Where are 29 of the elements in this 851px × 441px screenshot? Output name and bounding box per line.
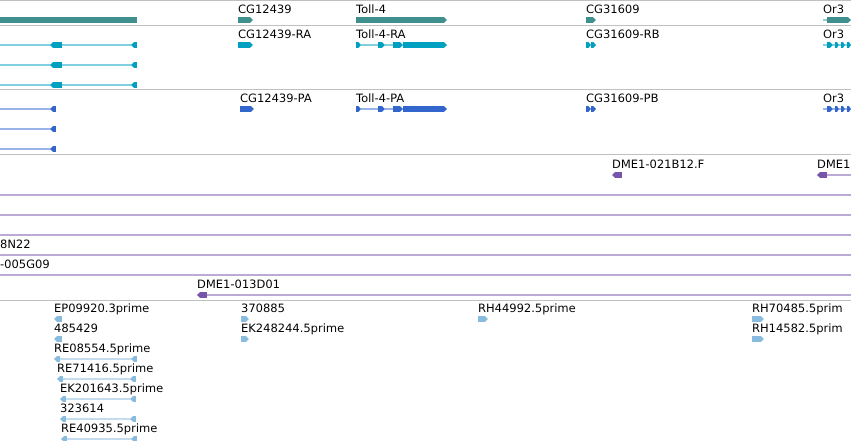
feature-label: CG12439-PA bbox=[240, 92, 312, 105]
feature-label: -005G09 bbox=[0, 258, 50, 271]
feature-label: EK201643.5prime bbox=[60, 382, 164, 395]
feature-label: DME1-021B12.F bbox=[612, 158, 704, 171]
feature-label: RE40935.5prime bbox=[61, 422, 158, 435]
feature-label: Or3 bbox=[823, 92, 844, 105]
feature-label: 485429 bbox=[54, 322, 98, 335]
feature-label: RH14582.5prim bbox=[752, 322, 843, 335]
feature-label: DME1-013D01 bbox=[197, 278, 280, 291]
feature-label: Or3 bbox=[823, 28, 844, 41]
feature-label: 370885 bbox=[241, 302, 285, 315]
feature-label: RE71416.5prime bbox=[57, 362, 154, 375]
feature-label: DME1 bbox=[817, 158, 850, 171]
feature-label: CG12439 bbox=[238, 3, 292, 16]
feature-label: RE08554.5prime bbox=[54, 342, 150, 355]
feature-label: EK248244.5prime bbox=[241, 322, 344, 335]
feature-label: EP09920.3prime bbox=[54, 302, 150, 315]
feature-label: CG31609-RB bbox=[586, 28, 660, 41]
feature-label: 323614 bbox=[60, 402, 104, 415]
feature-label: Toll-4 bbox=[356, 3, 386, 16]
feature-label: Toll-4-PA bbox=[356, 92, 404, 105]
feature-label: Or3 bbox=[823, 3, 844, 16]
feature-label: CG12439-RA bbox=[238, 28, 312, 41]
feature-label: CG31609-PB bbox=[586, 92, 658, 105]
feature-label: Toll-4-RA bbox=[356, 28, 406, 41]
feature-label: CG31609 bbox=[586, 3, 640, 16]
feature-label: RH70485.5prim bbox=[752, 302, 843, 315]
feature-label: RH44992.5prime bbox=[478, 302, 576, 315]
feature-label: 8N22 bbox=[0, 238, 31, 251]
